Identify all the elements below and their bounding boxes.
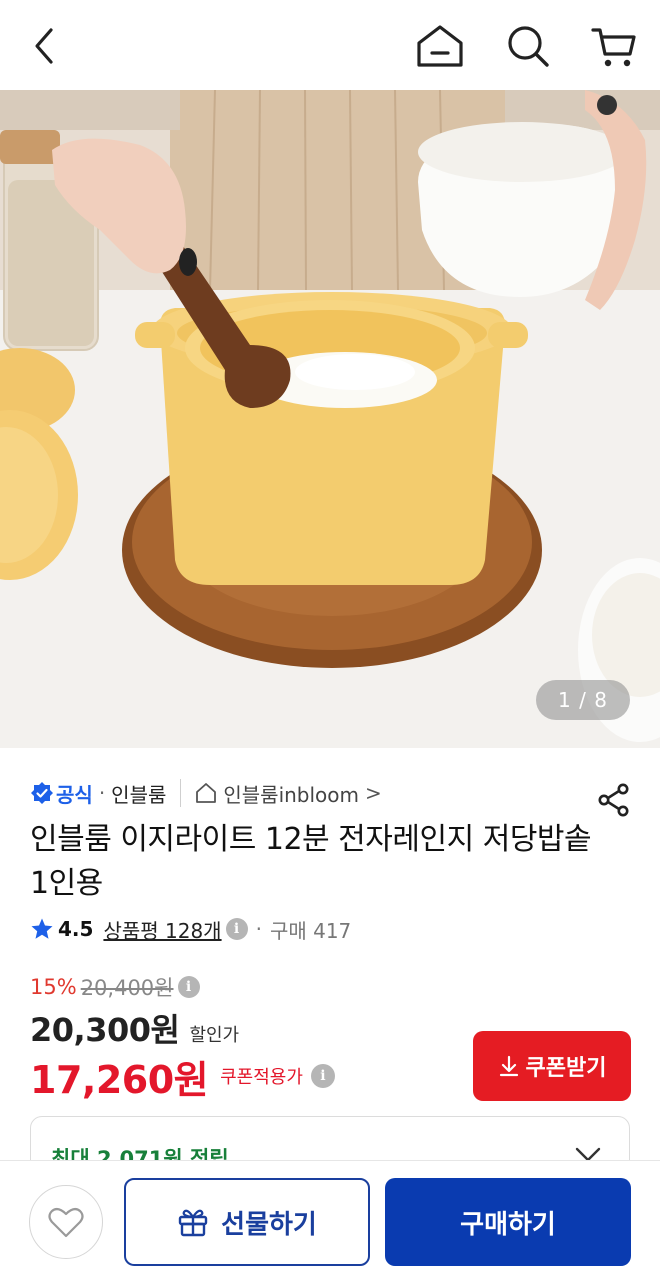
gift-icon [178,1209,208,1237]
coupon-info-icon[interactable]: i [310,1064,335,1088]
heart-icon [48,1207,84,1238]
home-button[interactable] [412,18,468,74]
top-nav-bar [0,0,660,90]
product-title: 인블룸 이지라이트 12분 전자레인지 저당밥솥 1인용 [30,822,592,901]
rating-row: 4.5 상품평 128개 i · 구매 417 [30,913,351,945]
gift-label: 선물하기 [221,1209,317,1240]
chevron-right-icon: > [365,781,382,805]
info-icon[interactable]: i [225,918,248,940]
bottom-action-bar: 선물하기 구매하기 [0,1160,660,1280]
original-price: 20,400원 [80,976,174,1000]
image-counter: 1 / 8 [536,680,630,720]
buy-button[interactable]: 구매하기 [385,1178,631,1266]
store-name: 인블룸inbloom [223,782,360,807]
sale-price-row: 20,300원 할인가 [30,1005,239,1049]
share-icon [598,783,629,817]
store-home-icon [196,783,217,803]
wishlist-button[interactable] [29,1185,103,1259]
official-label: 공식 [56,782,93,807]
chevron-left-icon [35,28,53,64]
share-button[interactable] [596,782,632,818]
star-icon [31,918,53,939]
coupon-price-row: 17,260원 쿠폰적용가 i [30,1050,335,1102]
shield-check-icon [31,782,53,804]
discount-percent: 15% [30,975,77,999]
sale-price: 20,300원 [30,1011,180,1049]
search-button[interactable] [500,18,556,74]
divider [180,779,182,807]
back-button[interactable] [16,18,72,74]
gift-button[interactable]: 선물하기 [124,1178,370,1266]
dot-separator: · [98,781,106,805]
get-coupon-label: 쿠폰받기 [525,1056,607,1081]
reviews-link[interactable]: 상품평 128개 [103,915,221,944]
original-price-row: 15% 20,400원 i [30,972,200,1002]
download-icon [499,1055,518,1077]
get-coupon-button[interactable]: 쿠폰받기 [473,1031,631,1101]
sales-count: 구매 417 [269,918,352,943]
coupon-price-label: 쿠폰적용가 [220,1067,303,1088]
coupon-price: 17,260원 [30,1057,209,1102]
product-photo [0,90,660,748]
buy-label: 구매하기 [460,1209,556,1240]
sales-separator: · [255,917,262,941]
seller-row: 공식 · 인블룸 인블룸inbloom > [30,776,382,810]
price-info-icon[interactable]: i [177,976,200,998]
cart-icon [591,28,636,67]
home-icon [417,25,463,67]
official-badge: 공식 [30,779,93,808]
search-icon [508,26,549,67]
brand-link[interactable]: 인블룸 [111,779,166,808]
store-link[interactable]: 인블룸inbloom > [195,779,382,808]
rating-score: 4.5 [58,917,94,941]
cart-button[interactable] [586,18,642,74]
product-image-carousel[interactable]: 1 / 8 [0,90,660,748]
sale-price-label: 할인가 [189,1025,240,1046]
